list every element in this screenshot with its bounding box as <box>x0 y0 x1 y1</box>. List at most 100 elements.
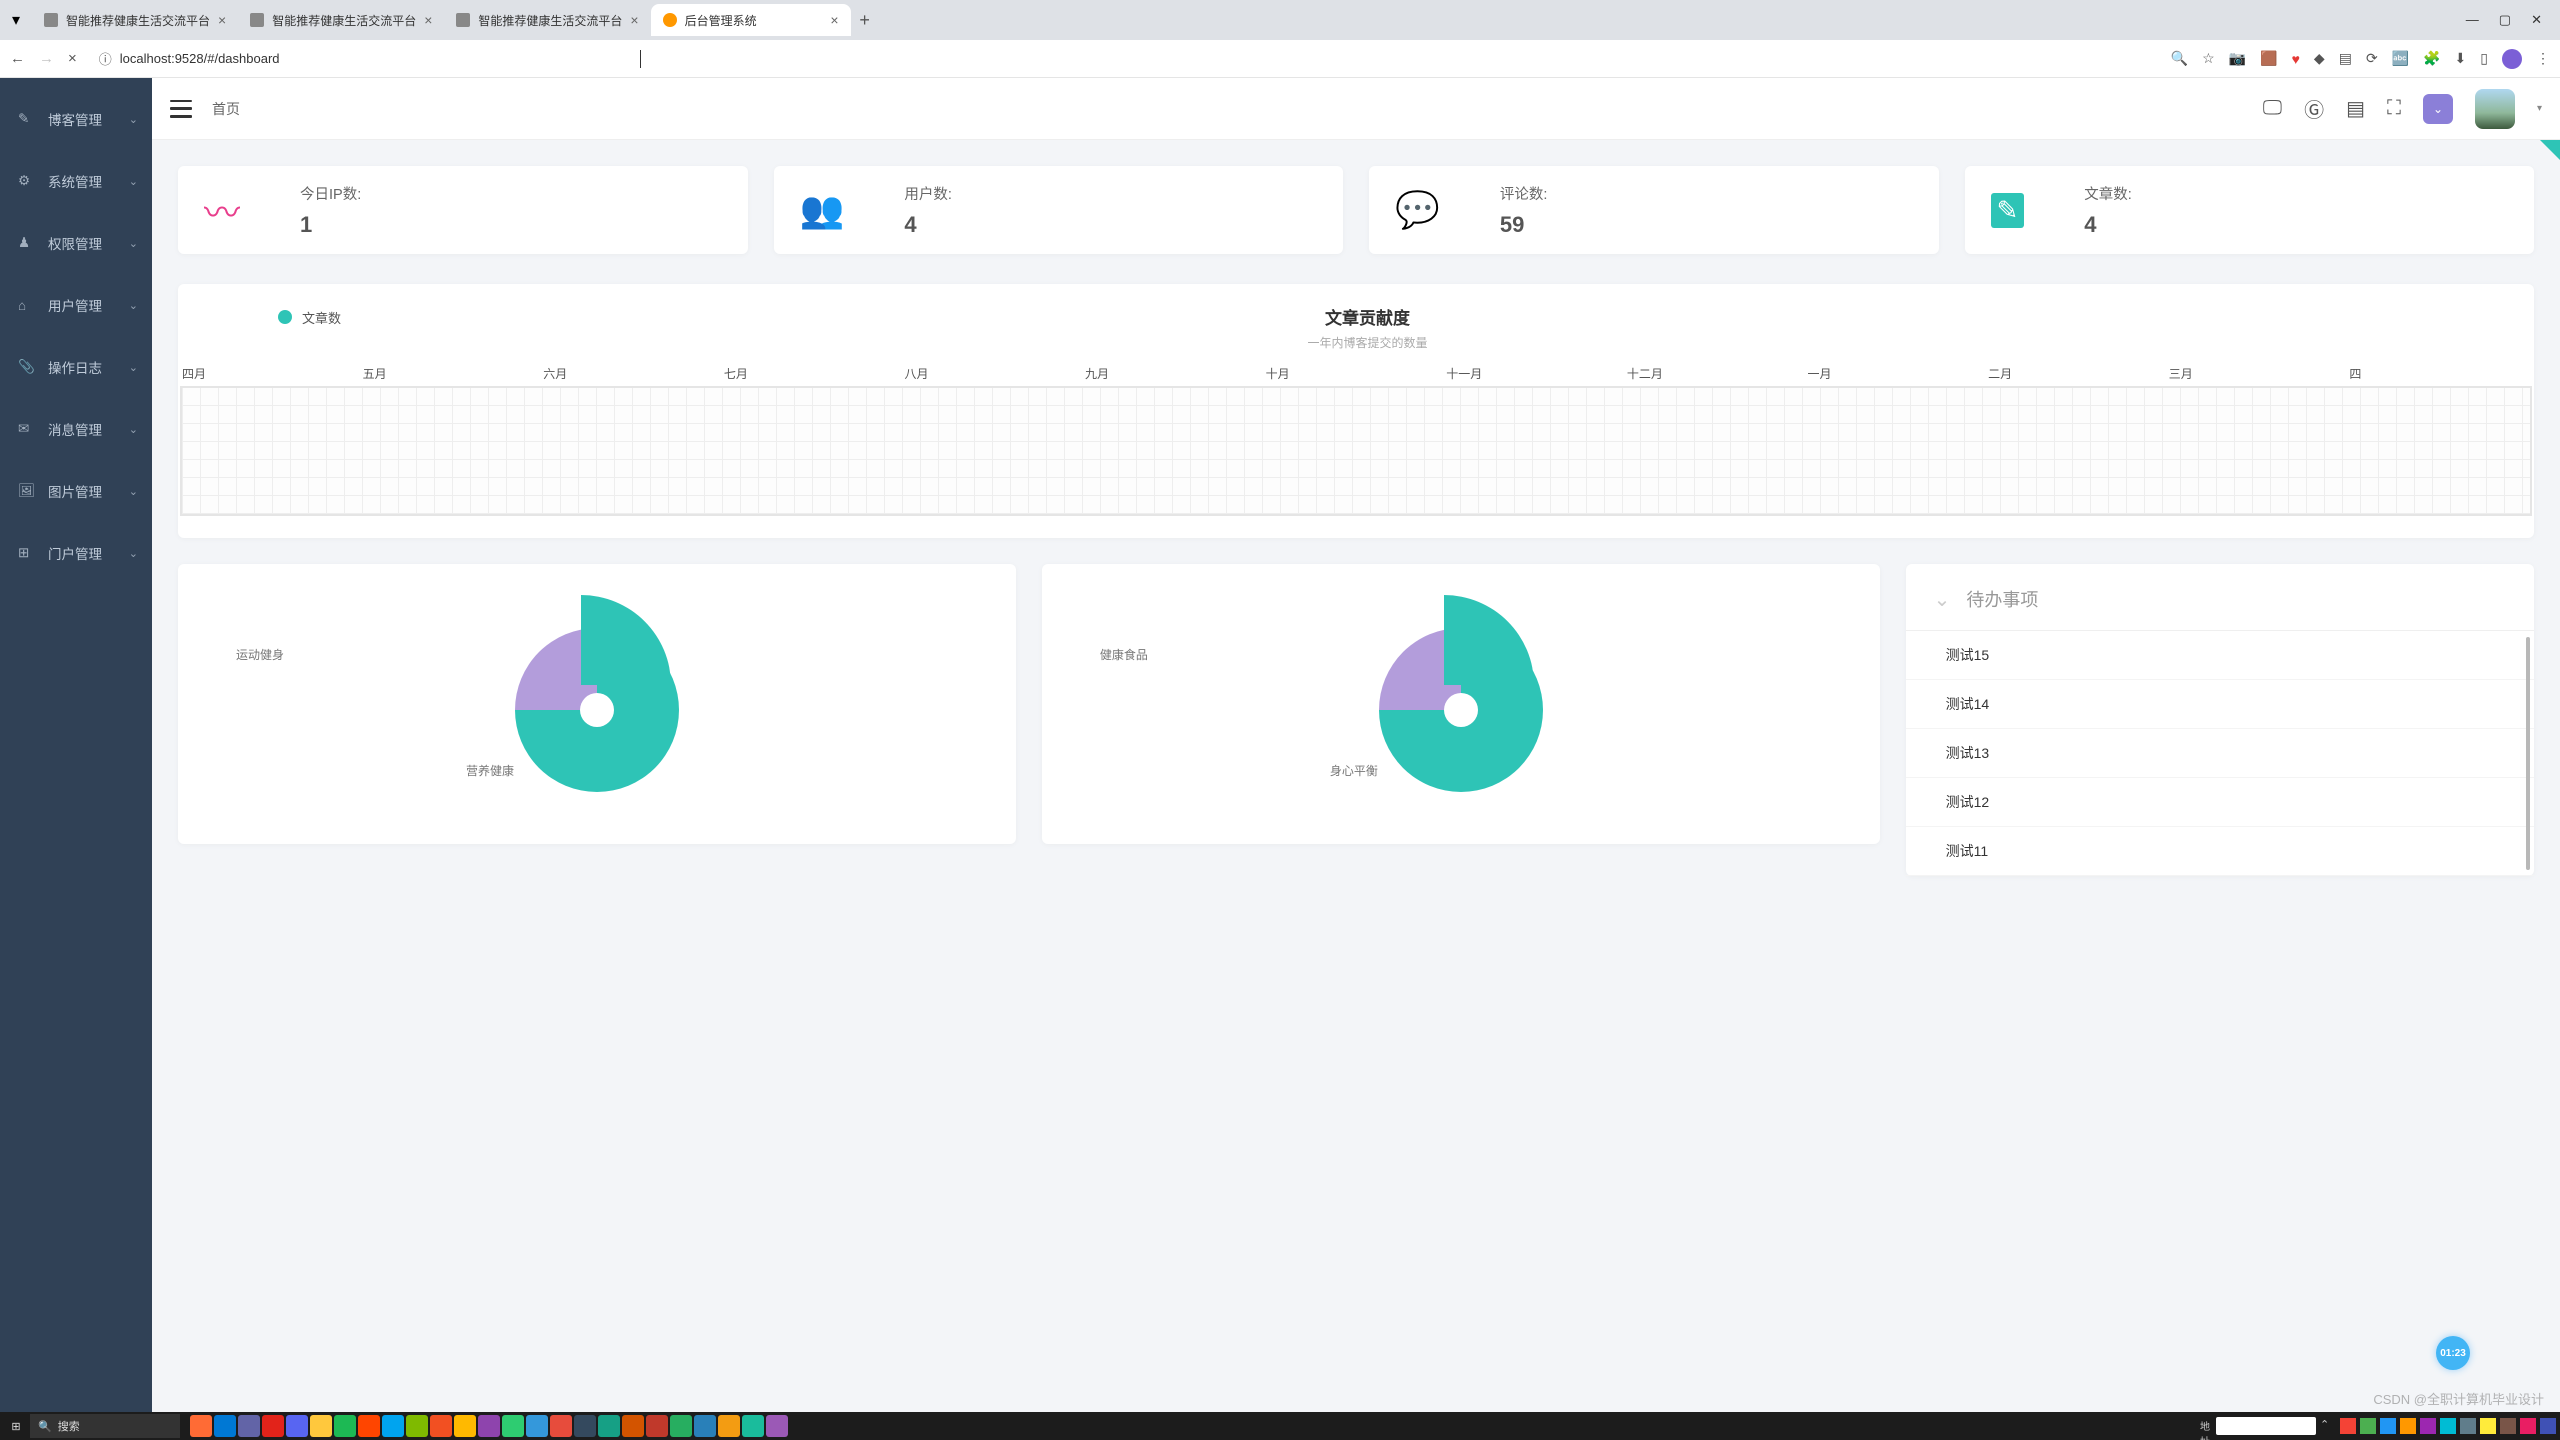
app-icon[interactable] <box>550 1415 572 1437</box>
tray-icon[interactable] <box>2540 1418 2556 1434</box>
app-icon[interactable] <box>454 1415 476 1437</box>
app-icon[interactable] <box>406 1415 428 1437</box>
close-icon[interactable]: × <box>630 12 638 28</box>
app-icon[interactable] <box>694 1415 716 1437</box>
browser-tab-active[interactable]: 后台管理系统× <box>651 4 851 36</box>
tray-icon[interactable] <box>2420 1418 2436 1434</box>
sidebar-item-permission[interactable]: ♟权限管理⌄ <box>0 212 152 274</box>
ext-icon[interactable]: ▤ <box>2339 50 2352 67</box>
todo-item[interactable]: 测试12 <box>1906 778 2534 827</box>
screen-icon[interactable]: 🖵 <box>2263 97 2282 120</box>
browser-tab[interactable]: 智能推荐健康生活交流平台× <box>444 4 650 36</box>
app-icon[interactable] <box>214 1415 236 1437</box>
tray-input[interactable] <box>2216 1417 2316 1435</box>
app-icon[interactable] <box>310 1415 332 1437</box>
sidebar-item-portal[interactable]: ⊞门户管理⌄ <box>0 522 152 584</box>
app-icon[interactable] <box>742 1415 764 1437</box>
app-icon[interactable] <box>718 1415 740 1437</box>
close-icon[interactable]: × <box>830 12 838 28</box>
url-input[interactable]: ⓘ localhost:9528/#/dashboard <box>91 49 2157 68</box>
browser-tab[interactable]: 智能推荐健康生活交流平台× <box>238 4 444 36</box>
app-icon[interactable] <box>286 1415 308 1437</box>
tray-icon[interactable] <box>2500 1418 2516 1434</box>
ext-icon[interactable]: 🟫 <box>2260 50 2277 67</box>
tray-icon[interactable] <box>2520 1418 2536 1434</box>
chevron-down-icon[interactable]: ⌄ <box>1934 587 1951 612</box>
chevron-down-icon[interactable]: ▾ <box>2537 103 2542 114</box>
bookmark-icon[interactable]: ☆ <box>2202 50 2215 67</box>
theme-picker[interactable]: ⌄ <box>2423 94 2453 124</box>
heatmap-grid[interactable] <box>182 388 2530 514</box>
app-icon[interactable] <box>262 1415 284 1437</box>
tray-icon[interactable] <box>2340 1418 2356 1434</box>
sidebar-item-system[interactable]: ⚙系统管理⌄ <box>0 150 152 212</box>
float-timer-badge[interactable]: 01:23 <box>2436 1336 2470 1370</box>
tray-icon[interactable] <box>2460 1418 2476 1434</box>
ext-icon[interactable]: 📷 <box>2229 50 2246 67</box>
todo-item[interactable]: 测试11 <box>1906 827 2534 876</box>
back-icon[interactable]: ← <box>10 50 25 67</box>
app-icon[interactable] <box>358 1415 380 1437</box>
browser-tab[interactable]: 智能推荐健康生活交流平台× <box>32 4 238 36</box>
app-icon[interactable] <box>766 1415 788 1437</box>
app-icon[interactable] <box>646 1415 668 1437</box>
profile-avatar[interactable] <box>2502 49 2522 69</box>
app-icon[interactable] <box>382 1415 404 1437</box>
sidebar-item-image[interactable]: 🖼图片管理⌄ <box>0 460 152 522</box>
menu-icon[interactable]: ⋮ <box>2536 50 2550 67</box>
app-icon[interactable] <box>190 1415 212 1437</box>
new-tab-button[interactable]: + <box>851 6 879 34</box>
tray-icon[interactable] <box>2380 1418 2396 1434</box>
tray-icon[interactable] <box>2440 1418 2456 1434</box>
tray-icon[interactable] <box>2360 1418 2376 1434</box>
zoom-icon[interactable]: 🔍 <box>2171 50 2188 67</box>
tray-icon[interactable] <box>2400 1418 2416 1434</box>
site-info-icon[interactable]: ⓘ <box>99 49 112 68</box>
reload-icon[interactable]: × <box>68 50 77 67</box>
close-window-icon[interactable]: ✕ <box>2531 12 2542 28</box>
app-icon[interactable] <box>502 1415 524 1437</box>
translate-icon[interactable]: 🔤 <box>2392 50 2409 67</box>
download-icon[interactable]: ⬇ <box>2455 50 2467 67</box>
start-button[interactable]: ⊞ <box>4 1420 28 1433</box>
forward-icon[interactable]: → <box>39 50 54 67</box>
ext-icon[interactable]: ♥ <box>2292 51 2300 67</box>
pie-graphic[interactable] <box>515 628 679 792</box>
app-icon[interactable] <box>574 1415 596 1437</box>
extensions-icon[interactable]: 🧩 <box>2423 50 2440 67</box>
app-icon[interactable] <box>598 1415 620 1437</box>
sidebar-item-message[interactable]: ✉消息管理⌄ <box>0 398 152 460</box>
todo-item[interactable]: 测试14 <box>1906 680 2534 729</box>
sidebar-item-log[interactable]: 📎操作日志⌄ <box>0 336 152 398</box>
doc-icon[interactable]: ▤ <box>2346 96 2365 121</box>
ext-icon[interactable]: ⟳ <box>2366 50 2378 67</box>
tray-chevron-icon[interactable]: ⌃ <box>2320 1418 2336 1434</box>
taskbar-search[interactable]: 🔍搜索 <box>30 1414 180 1438</box>
maximize-icon[interactable]: ▢ <box>2499 12 2511 28</box>
app-icon[interactable] <box>670 1415 692 1437</box>
close-icon[interactable]: × <box>424 12 432 28</box>
todo-item[interactable]: 测试15 <box>1906 631 2534 680</box>
app-icon[interactable] <box>238 1415 260 1437</box>
close-icon[interactable]: × <box>218 12 226 28</box>
app-icon[interactable] <box>430 1415 452 1437</box>
sidebar-item-user[interactable]: ⌂用户管理⌄ <box>0 274 152 336</box>
minimize-icon[interactable]: — <box>2466 12 2479 28</box>
ext-icon[interactable]: ◆ <box>2314 50 2325 67</box>
fullscreen-icon[interactable]: ⛶ <box>2387 97 2401 120</box>
tray-icon[interactable] <box>2480 1418 2496 1434</box>
app-icon[interactable] <box>334 1415 356 1437</box>
app-icon[interactable] <box>478 1415 500 1437</box>
todo-list[interactable]: 测试15 测试14 测试13 测试12 测试11 <box>1906 631 2534 876</box>
hamburger-icon[interactable] <box>170 100 192 118</box>
app-icon[interactable] <box>526 1415 548 1437</box>
pie-graphic[interactable] <box>1379 628 1543 792</box>
todo-item[interactable]: 测试13 <box>1906 729 2534 778</box>
user-avatar[interactable] <box>2475 89 2515 129</box>
sidebar-item-blog[interactable]: ✎博客管理⌄ <box>0 88 152 150</box>
gitee-icon[interactable]: Ⓖ <box>2304 94 2324 123</box>
sidepanel-icon[interactable]: ▯ <box>2480 50 2488 67</box>
app-icon[interactable] <box>622 1415 644 1437</box>
scrollbar[interactable] <box>2526 637 2530 870</box>
tab-list-button[interactable]: ▾ <box>6 10 26 30</box>
